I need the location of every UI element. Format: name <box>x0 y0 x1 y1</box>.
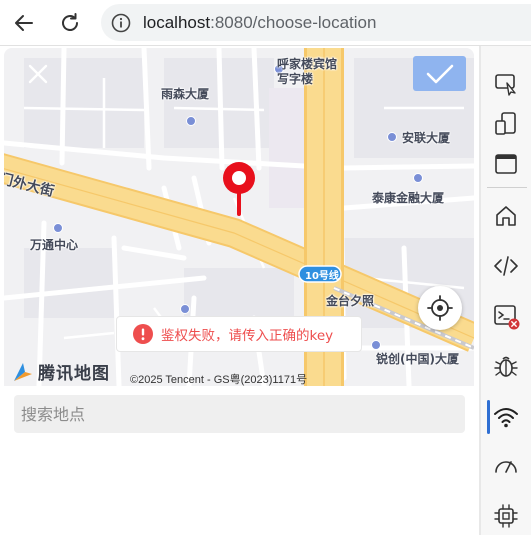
reload-button[interactable] <box>56 9 84 37</box>
device-icon <box>495 112 516 135</box>
map-label-taikang: 泰康金融大厦 <box>372 191 445 205</box>
inspect-icon[interactable] <box>490 68 522 100</box>
wifi-icon <box>494 408 518 428</box>
search-box <box>14 395 465 433</box>
map-label-anlian: 安联大厦 <box>402 131 451 145</box>
poi-dot[interactable] <box>180 304 190 314</box>
location-pin-icon <box>223 162 255 216</box>
map-label-wantong: 万通中心 <box>30 238 79 252</box>
arrow-left-icon <box>15 15 33 31</box>
logo-text: 腾讯地图 <box>38 364 110 384</box>
error-icon <box>133 324 153 344</box>
map-label-yusen: 雨森大厦 <box>161 87 210 101</box>
map-label-jintaixizhao: 金台夕照 <box>326 294 375 308</box>
console-icon[interactable] <box>490 300 522 332</box>
poi-dot[interactable] <box>371 340 381 350</box>
network-icon[interactable] <box>490 401 522 433</box>
map-label-ring-road: 10号线 <box>305 271 339 282</box>
search-input[interactable] <box>14 395 465 433</box>
gauge-icon <box>495 461 517 473</box>
code-icon <box>494 256 518 276</box>
reload-icon <box>62 13 78 31</box>
device-emulation-icon[interactable] <box>490 108 522 140</box>
home-icon-svg <box>496 206 516 226</box>
elements-icon[interactable] <box>490 250 522 282</box>
sources-icon[interactable] <box>490 350 522 382</box>
poi-dot[interactable] <box>387 132 397 142</box>
tencent-map-logo: 腾讯地图 <box>12 359 110 384</box>
tencent-map-logo-icon <box>14 362 32 381</box>
check-icon <box>426 64 453 83</box>
map-label-hujialou: 呼家楼宾馆 写字楼 <box>277 57 338 86</box>
map-label-ruichuang: 锐创(中国)大厦 <box>376 352 459 366</box>
url-text: localhost:8080/choose-location <box>143 13 376 33</box>
map-view[interactable]: 呼家楼宾馆 写字楼 雨森大厦 安联大厦 门外大街 泰康金融大厦 万通中心 10号… <box>4 48 474 386</box>
back-button[interactable] <box>10 9 38 37</box>
info-icon[interactable] <box>110 12 132 34</box>
welcome-icon[interactable] <box>490 148 522 180</box>
console-icon-svg <box>494 305 520 330</box>
poi-dot[interactable] <box>53 223 63 233</box>
close-icon <box>28 64 48 84</box>
chip-icon <box>494 504 518 528</box>
url-path: :8080/choose-location <box>210 13 377 32</box>
locate-button[interactable] <box>418 286 462 330</box>
poi-dot[interactable] <box>413 173 423 183</box>
devtools-divider <box>487 187 527 188</box>
crosshair-icon <box>427 295 453 321</box>
window-icon <box>495 154 517 174</box>
inspect-icon-svg <box>495 74 516 96</box>
error-message: 鉴权失败，请传入正确的key <box>161 328 334 344</box>
close-button[interactable] <box>24 60 52 88</box>
browser-toolbar: localhost:8080/choose-location <box>0 0 531 46</box>
performance-icon[interactable] <box>490 450 522 482</box>
page-content: 呼家楼宾馆 写字楼 雨森大厦 安联大厦 门外大街 泰康金融大厦 万通中心 10号… <box>0 46 479 535</box>
url-host: localhost <box>143 13 211 32</box>
memory-icon[interactable] <box>490 500 522 532</box>
poi-dot[interactable] <box>186 116 196 126</box>
error-toast: 鉴权失败，请传入正确的key <box>116 316 362 352</box>
address-bar[interactable]: localhost:8080/choose-location <box>101 4 531 41</box>
devtools-sidebar <box>481 46 531 535</box>
bug-icon <box>494 356 518 377</box>
map-copyright: ©2025 Tencent - GS粤(2023)1171号 <box>130 374 308 386</box>
home-icon[interactable] <box>490 200 522 232</box>
confirm-button[interactable] <box>413 56 466 91</box>
